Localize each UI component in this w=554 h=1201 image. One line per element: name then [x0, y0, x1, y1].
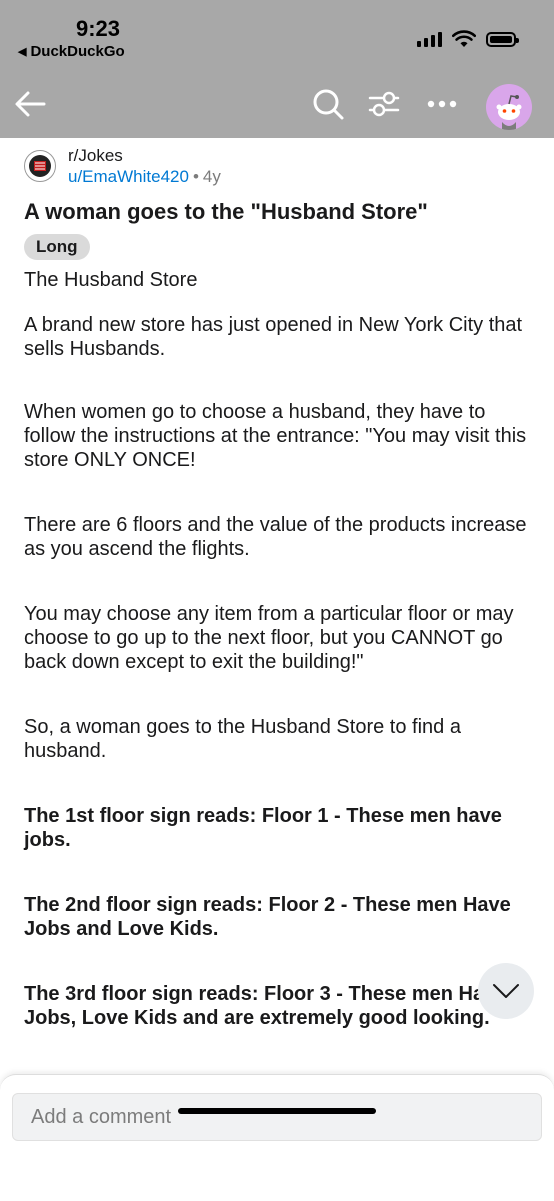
post-paragraph: When women go to choose a husband, they … — [24, 401, 527, 471]
comment-input[interactable]: Add a comment — [12, 1093, 542, 1141]
post-meta: r/Jokes u/EmaWhite420 • 4y — [24, 146, 534, 188]
post-paragraph: The 2nd floor sign reads: Floor 2 - Thes… — [24, 894, 511, 940]
back-to-app-link[interactable]: ◀ DuckDuckGo — [18, 43, 125, 60]
author-line: u/EmaWhite420 • 4y — [68, 166, 221, 188]
post-flair[interactable]: Long — [24, 234, 90, 260]
more-icon[interactable] — [420, 84, 464, 124]
post-title: A woman goes to the "Husband Store" — [24, 199, 428, 224]
battery-icon — [486, 31, 519, 47]
post-paragraph: The 3rd floor sign reads: Floor 3 - Thes… — [24, 983, 507, 1029]
post-age: 4y — [202, 167, 221, 186]
meta-separator: • — [192, 167, 199, 186]
author-link[interactable]: u/EmaWhite420 — [68, 167, 189, 186]
back-app-label: DuckDuckGo — [30, 43, 125, 60]
home-indicator — [178, 1108, 376, 1114]
post-paragraph: The 1st floor sign reads: Floor 1 - Thes… — [24, 805, 502, 851]
back-arrow-icon[interactable] — [10, 84, 50, 124]
post-body: The Husband Store A brand new store has … — [24, 268, 534, 1030]
app-header — [0, 70, 554, 138]
subreddit-name[interactable]: r/Jokes — [68, 146, 221, 166]
subreddit-icon[interactable] — [24, 150, 56, 182]
avatar[interactable] — [486, 84, 532, 130]
back-triangle-icon: ◀ — [18, 46, 27, 58]
post-paragraph: There are 6 floors and the value of the … — [24, 514, 527, 560]
chevron-down-icon — [493, 984, 519, 998]
wifi-icon — [452, 30, 476, 47]
status-bar: 9:23 ◀ DuckDuckGo — [0, 0, 554, 70]
post: r/Jokes u/EmaWhite420 • 4y A woman goes to… — [24, 146, 534, 1030]
comment-bar: Add a comment — [0, 1074, 554, 1201]
status-icons — [417, 30, 519, 48]
filter-icon[interactable] — [364, 84, 404, 124]
post-paragraph: You may choose any item from a particula… — [24, 603, 514, 673]
status-time: 9:23 — [76, 16, 121, 41]
signal-icon — [417, 31, 442, 47]
search-icon[interactable] — [308, 84, 348, 124]
scroll-down-button[interactable] — [478, 963, 534, 1019]
post-paragraph: A brand new store has just opened in New… — [24, 314, 523, 360]
post-paragraph: So, a woman goes to the Husband Store to… — [24, 716, 461, 762]
post-paragraph: The Husband Store — [24, 269, 198, 291]
